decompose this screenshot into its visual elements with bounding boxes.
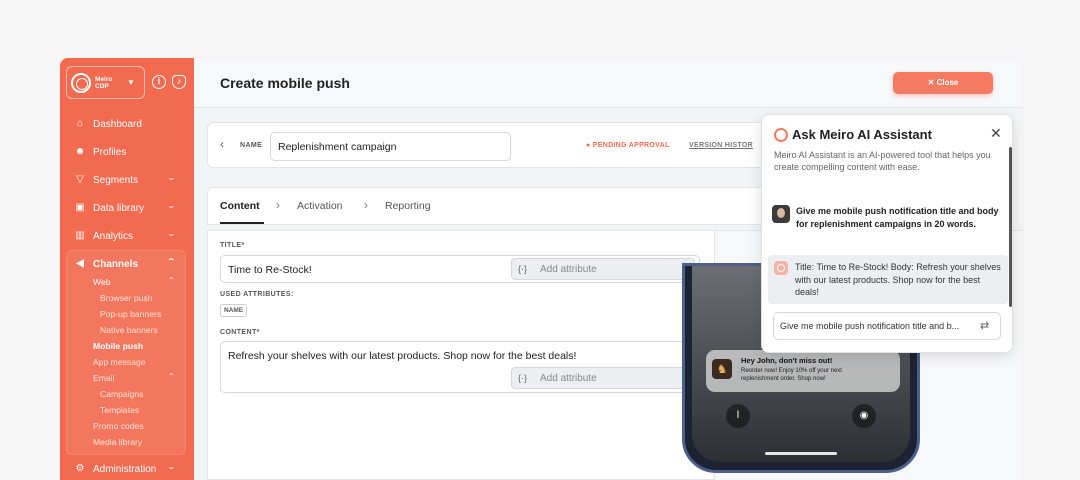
app-icon: ♞ (712, 359, 732, 379)
attribute-tag: NAME (220, 304, 248, 317)
sidebar-sub-campaigns[interactable]: Campaigns (100, 389, 143, 399)
sidebar-item-segments[interactable]: ▽ Segments ⌄ (74, 173, 176, 187)
chevron-down-icon: ⌄ (166, 229, 177, 238)
add-attribute-label: Add attribute (540, 264, 597, 275)
chevron-right-icon: › (276, 198, 280, 212)
add-attribute-select[interactable]: {·} Add attribute ▼ (511, 258, 695, 280)
sidebar-sub-web[interactable]: Web (93, 277, 111, 287)
sidebar-sub-templates[interactable]: Templates (100, 405, 139, 415)
title-label: TITLE* (220, 242, 245, 249)
info-icon[interactable]: i (152, 75, 166, 89)
sidebar-sub-media-library[interactable]: Media library (93, 437, 142, 447)
avatar (772, 205, 790, 223)
flashlight-icon: Ⅰ (726, 404, 750, 428)
close-icon[interactable]: ✕ (990, 125, 1002, 142)
chevron-up-icon: ⌃ (168, 276, 175, 285)
add-attribute-label: Add attribute (540, 373, 597, 384)
filter-icon: ▽ (76, 174, 84, 185)
meiro-ai-icon (774, 261, 788, 275)
meiro-logo-icon (71, 72, 91, 93)
name-label: NAME (240, 142, 263, 149)
sidebar-sub-browser-push[interactable]: Browser push (100, 293, 153, 303)
home-icon: ⌂ (76, 118, 84, 129)
caret-down-icon: ▼ (127, 78, 135, 87)
tabs-bar: Content › Activation › Reporting (207, 187, 787, 225)
sidebar-item-data-library[interactable]: ▣ Data library ⌄ (74, 201, 176, 215)
sidebar-item-analytics[interactable]: ▥ Analytics ⌄ (74, 229, 176, 243)
logo-text: Meiro CDP (95, 75, 113, 90)
status-badge: ● PENDING APPROVAL (586, 142, 670, 149)
sidebar-sub-mobile-push[interactable]: Mobile push (93, 341, 143, 351)
chevron-up-icon: ⌃ (168, 372, 175, 381)
chart-icon: ▥ (75, 230, 85, 241)
chevron-down-icon: ⌄ (166, 201, 177, 210)
regenerate-icon[interactable]: ⇄ (980, 319, 989, 332)
notification-title: Hey John, don't miss out! (741, 356, 833, 365)
prompt-input[interactable]: Give me mobile push notification title a… (773, 312, 1001, 340)
assistant-description: Meiro AI Assistant is an AI-powered tool… (774, 150, 991, 172)
sidebar-sub-app-message[interactable]: App message (93, 357, 146, 367)
close-button[interactable]: ✕ Close (893, 72, 993, 94)
tab-content[interactable]: Content (220, 200, 260, 212)
sidebar-item-dashboard[interactable]: ⌂ Dashboard (74, 117, 142, 131)
library-icon: ▣ (75, 202, 85, 213)
sidebar-sub-email[interactable]: Email (93, 373, 115, 383)
push-notification: ♞ Hey John, don't miss out! Reorder now!… (706, 350, 900, 392)
sidebar-item-label: Segments (93, 174, 139, 186)
version-history-link[interactable]: VERSION HISTOR (689, 142, 753, 149)
page-title: Create mobile push (220, 75, 350, 91)
users-icon: ☻ (74, 146, 86, 157)
sidebar-sub-popup-banners[interactable]: Pop-up banners (100, 309, 161, 319)
braces-icon: {·} (518, 264, 528, 274)
sidebar-sub-promo-codes[interactable]: Promo codes (93, 421, 144, 431)
used-attributes-label: USED ATTRIBUTES: (220, 291, 294, 298)
assistant-response-text: Title: Time to Re-Stock! Body: Refresh y… (795, 262, 1001, 297)
chevron-right-icon: › (364, 198, 368, 212)
gears-icon: ⚙ (75, 463, 85, 474)
scrollbar[interactable] (1009, 147, 1012, 307)
campaign-name-input[interactable]: Replenishment campaign (270, 132, 511, 161)
ai-assistant-panel: Ask Meiro AI Assistant ✕ Meiro AI Assist… (761, 114, 1013, 353)
sidebar-item-label: Analytics (93, 230, 134, 242)
sidebar-sub-native-banners[interactable]: Native banners (100, 325, 158, 335)
assistant-response: Title: Time to Re-Stock! Body: Refresh y… (768, 255, 1008, 304)
sidebar-item-profiles[interactable]: ☻ Profiles (74, 145, 127, 159)
tab-reporting[interactable]: Reporting (385, 200, 431, 212)
sidebar-item-administration[interactable]: ⚙ Administration ⌄ (74, 462, 177, 476)
page-header: Create mobile push ✕ Close (194, 58, 1022, 108)
braces-icon: {·} (518, 373, 528, 383)
sidebar-item-label: Administration (93, 463, 157, 475)
tab-activation[interactable]: Activation (297, 200, 343, 212)
active-tab-underline (220, 222, 264, 224)
chevron-down-icon: ⌄ (166, 173, 177, 182)
megaphone-icon: ◀ (76, 258, 84, 269)
home-indicator (765, 452, 837, 455)
sidebar-item-label: Profiles (93, 146, 127, 158)
content-label: CONTENT* (220, 329, 260, 336)
notification-bell-icon[interactable]: ♪ (172, 75, 186, 89)
workspace-switcher[interactable]: Meiro CDP ▼ (66, 66, 145, 99)
notification-body: Reorder now! Enjoy 10% off your next rep… (741, 368, 842, 382)
sidebar-item-label: Data library (93, 202, 145, 214)
chevron-up-icon: ⌃ (166, 257, 177, 266)
meiro-ai-icon (774, 128, 788, 142)
sidebar-item-label: Channels (93, 258, 139, 270)
sidebar-item-channels[interactable]: ◀ Channels ⌃ (74, 257, 176, 271)
content-form: TITLE* Time to Re-Stock! {·} Add attribu… (207, 230, 715, 480)
add-attribute-select[interactable]: {·} Add attribute ▼ (511, 367, 695, 389)
back-chevron-icon[interactable]: ‹ (220, 137, 224, 151)
name-bar: ‹ NAME Replenishment campaign ● PENDING … (207, 122, 787, 168)
sidebar: Meiro CDP ▼ i ♪ ⌂ Dashboard ☻ Profiles ▽… (60, 58, 194, 480)
assistant-title: Ask Meiro AI Assistant (792, 127, 932, 142)
camera-icon: ◉ (852, 404, 876, 428)
user-message-text: Give me mobile push notification title a… (796, 206, 999, 229)
sidebar-item-label: Dashboard (93, 118, 142, 130)
chevron-down-icon: ⌄ (166, 462, 177, 471)
